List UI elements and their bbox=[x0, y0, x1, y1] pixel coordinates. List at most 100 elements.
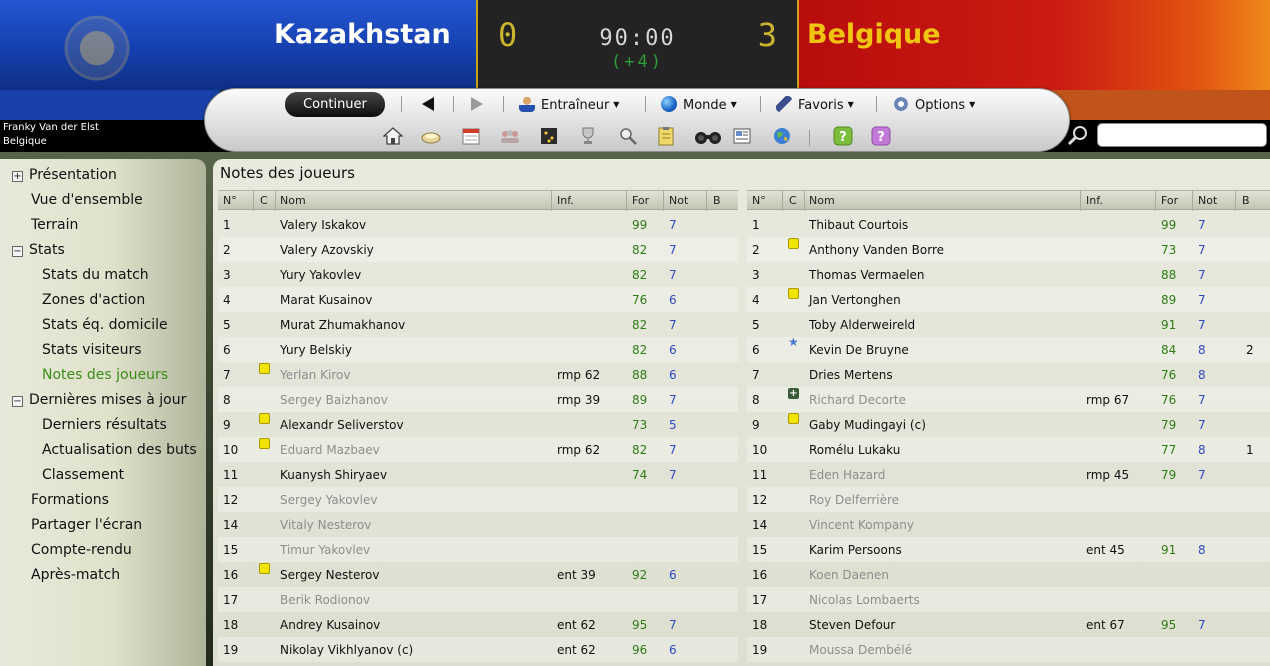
player-name[interactable]: Karim Persoons bbox=[809, 543, 902, 557]
sidebar-item-zones-d-action[interactable]: Zones d'action bbox=[42, 292, 145, 308]
help-icon[interactable]: ? bbox=[833, 126, 853, 146]
sidebar-item-actualisation-des-buts[interactable]: Actualisation des buts bbox=[42, 442, 197, 458]
table-row[interactable]: 18 Steven Defour ent 67 95 7 bbox=[747, 612, 1270, 637]
clipboard-icon[interactable] bbox=[656, 126, 676, 146]
table-row[interactable]: 15 Timur Yakovlev bbox=[218, 537, 738, 562]
sidebar-item-presentation[interactable]: + Présentation bbox=[12, 167, 117, 183]
question-icon[interactable]: ? bbox=[871, 126, 891, 146]
table-row[interactable]: 9 Gaby Mudingayi (c) 79 7 bbox=[747, 412, 1270, 437]
table-row[interactable]: 19 Nikolay Vikhlyanov (c) ent 62 96 6 bbox=[218, 637, 738, 662]
sidebar-item-partager-l-ecran[interactable]: Partager l'écran bbox=[31, 517, 142, 533]
table-row[interactable]: 18 Andrey Kusainov ent 62 95 7 bbox=[218, 612, 738, 637]
arrow-left-icon[interactable] bbox=[418, 93, 438, 115]
table-row[interactable]: 2 Anthony Vanden Borre 73 7 bbox=[747, 237, 1270, 262]
menu-coach[interactable]: Entraîneur ▼ bbox=[519, 96, 619, 113]
table-row[interactable]: 11 Eden Hazard rmp 45 79 7 bbox=[747, 462, 1270, 487]
sidebar-item-stats-eq-domicile[interactable]: Stats éq. domicile bbox=[42, 317, 168, 333]
expand-icon[interactable]: + bbox=[12, 171, 23, 182]
sidebar-item-notes-des-joueurs[interactable]: Notes des joueurs bbox=[42, 367, 168, 383]
sidebar-item-vue-d-ensemble[interactable]: Vue d'ensemble bbox=[31, 192, 143, 208]
table-row[interactable]: 16 Sergey Nesterov ent 39 92 6 bbox=[218, 562, 738, 587]
sidebar-item-derniers-resultats[interactable]: Derniers résultats bbox=[42, 417, 167, 433]
search-icon[interactable] bbox=[1066, 124, 1090, 146]
player-name[interactable]: Yerlan Kirov bbox=[280, 368, 350, 382]
table-row[interactable]: 5 Toby Alderweireld 91 7 bbox=[747, 312, 1270, 337]
sidebar-item-stats[interactable]: − Stats bbox=[12, 242, 65, 258]
table-row[interactable]: 17 Berik Rodionov bbox=[218, 587, 738, 612]
player-name[interactable]: Eden Hazard bbox=[809, 468, 885, 482]
column-inf-header[interactable]: Inf. bbox=[557, 194, 574, 207]
calendar-icon[interactable] bbox=[461, 126, 481, 146]
squad-icon[interactable] bbox=[500, 126, 520, 146]
player-name[interactable]: Sergey Nesterov bbox=[280, 568, 379, 582]
player-name[interactable]: Romélu Lukaku bbox=[809, 443, 900, 457]
player-name[interactable]: Vitaly Nesterov bbox=[280, 518, 371, 532]
continue-button[interactable]: Continuer bbox=[285, 92, 385, 117]
table-row[interactable]: 16 Koen Daenen bbox=[747, 562, 1270, 587]
table-row[interactable]: 3 Thomas Vermaelen 88 7 bbox=[747, 262, 1270, 287]
player-name[interactable]: Murat Zhumakhanov bbox=[280, 318, 405, 332]
player-name[interactable]: Nicolas Lombaerts bbox=[809, 593, 920, 607]
column-rating-header[interactable]: For bbox=[632, 194, 649, 207]
column-number-header[interactable]: N° bbox=[223, 194, 237, 207]
player-name[interactable]: Richard Decorte bbox=[809, 393, 906, 407]
player-name[interactable]: Eduard Mazbaev bbox=[280, 443, 380, 457]
trophy-icon[interactable] bbox=[578, 126, 598, 146]
table-row[interactable]: 7 Dries Mertens 76 8 bbox=[747, 362, 1270, 387]
column-goals-header[interactable]: B bbox=[1242, 194, 1250, 207]
table-row[interactable]: 7 Yerlan Kirov rmp 62 88 6 bbox=[218, 362, 738, 387]
column-note-header[interactable]: Not bbox=[669, 194, 688, 207]
sidebar-item-stats-visiteurs[interactable]: Stats visiteurs bbox=[42, 342, 142, 358]
player-name[interactable]: Nikolay Vikhlyanov (c) bbox=[280, 643, 413, 657]
player-name[interactable]: Timur Yakovlev bbox=[280, 543, 370, 557]
column-inf-header[interactable]: Inf. bbox=[1086, 194, 1103, 207]
player-name[interactable]: Roy Delferrière bbox=[809, 493, 899, 507]
table-row[interactable]: 9 Alexandr Seliverstov 73 5 bbox=[218, 412, 738, 437]
inbox-icon[interactable] bbox=[421, 126, 441, 146]
table-row[interactable]: 1 Thibaut Courtois 99 7 bbox=[747, 212, 1270, 237]
table-row[interactable]: 10 Eduard Mazbaev rmp 62 82 7 bbox=[218, 437, 738, 462]
collapse-icon[interactable]: − bbox=[12, 396, 23, 407]
player-name[interactable]: Marat Kusainov bbox=[280, 293, 372, 307]
table-row[interactable]: 17 Nicolas Lombaerts bbox=[747, 587, 1270, 612]
binoculars-icon[interactable] bbox=[693, 126, 723, 146]
table-row[interactable]: 14 Vitaly Nesterov bbox=[218, 512, 738, 537]
home-icon[interactable] bbox=[383, 126, 403, 146]
player-name[interactable]: Vincent Kompany bbox=[809, 518, 914, 532]
table-row[interactable]: 1 Valery Iskakov 99 7 bbox=[218, 212, 738, 237]
player-name[interactable]: Thomas Vermaelen bbox=[809, 268, 925, 282]
table-row[interactable]: 2 Valery Azovskiy 82 7 bbox=[218, 237, 738, 262]
menu-world[interactable]: Monde ▼ bbox=[661, 96, 737, 113]
column-card-header[interactable]: C bbox=[260, 194, 268, 207]
newspaper-icon[interactable] bbox=[732, 126, 752, 146]
player-name[interactable]: Koen Daenen bbox=[809, 568, 889, 582]
column-rating-header[interactable]: For bbox=[1161, 194, 1178, 207]
sidebar-item-apres-match[interactable]: Après-match bbox=[31, 567, 120, 583]
player-name[interactable]: Yury Belskiy bbox=[280, 343, 352, 357]
scout-icon[interactable] bbox=[618, 126, 638, 146]
player-name[interactable]: Andrey Kusainov bbox=[280, 618, 380, 632]
sidebar-item-dernieres-mises-a-jour[interactable]: − Dernières mises à jour bbox=[12, 392, 186, 408]
table-row[interactable]: 14 Vincent Kompany bbox=[747, 512, 1270, 537]
sidebar-item-formations[interactable]: Formations bbox=[31, 492, 109, 508]
sidebar-item-terrain[interactable]: Terrain bbox=[31, 217, 78, 233]
column-note-header[interactable]: Not bbox=[1198, 194, 1217, 207]
table-row[interactable]: 10 Romélu Lukaku 77 8 1 bbox=[747, 437, 1270, 462]
player-name[interactable]: Alexandr Seliverstov bbox=[280, 418, 404, 432]
table-row[interactable]: 6 Yury Belskiy 82 6 bbox=[218, 337, 738, 362]
player-name[interactable]: Kuanysh Shiryaev bbox=[280, 468, 387, 482]
player-name[interactable]: Steven Defour bbox=[809, 618, 895, 632]
sidebar-item-classement[interactable]: Classement bbox=[42, 467, 124, 483]
table-row[interactable]: 15 Karim Persoons ent 45 91 8 bbox=[747, 537, 1270, 562]
player-name[interactable]: Yury Yakovlev bbox=[280, 268, 361, 282]
sidebar-item-compte-rendu[interactable]: Compte-rendu bbox=[31, 542, 132, 558]
player-name[interactable]: Valery Iskakov bbox=[280, 218, 366, 232]
player-name[interactable]: Kevin De Bruyne bbox=[809, 343, 909, 357]
table-row[interactable]: 4 Marat Kusainov 76 6 bbox=[218, 287, 738, 312]
table-row[interactable]: 4 Jan Vertonghen 89 7 bbox=[747, 287, 1270, 312]
player-name[interactable]: Thibaut Courtois bbox=[809, 218, 908, 232]
table-row[interactable]: 19 Moussa Dembélé bbox=[747, 637, 1270, 662]
player-name[interactable]: Sergey Baizhanov bbox=[280, 393, 388, 407]
player-name[interactable]: Anthony Vanden Borre bbox=[809, 243, 944, 257]
table-row[interactable]: 6 ★ Kevin De Bruyne 84 8 2 bbox=[747, 336, 1270, 362]
